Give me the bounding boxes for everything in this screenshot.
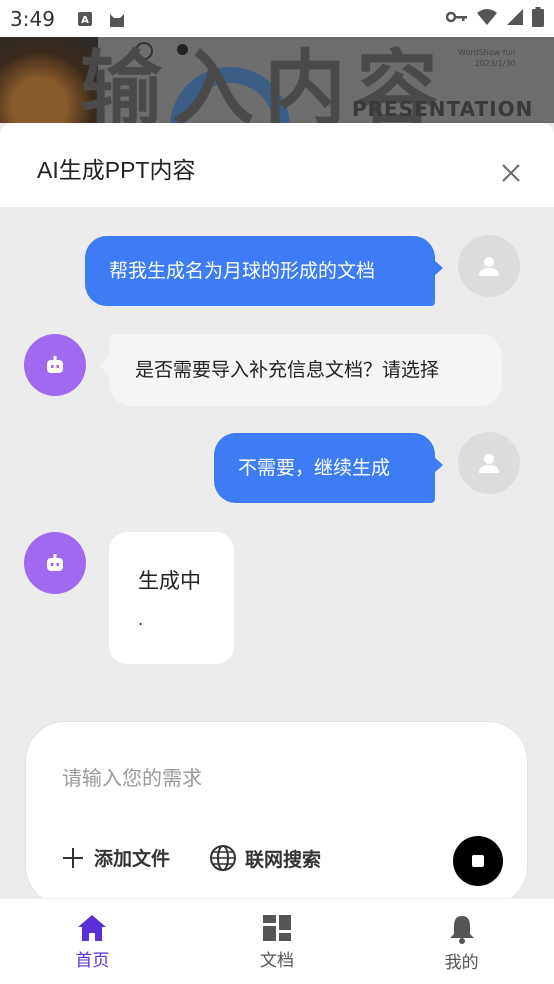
sheet-title: AI生成PPT内容 [37,157,196,183]
close-icon [502,164,520,182]
status-time: 3:49 [10,6,55,31]
message-text: 帮我生成名为月球的形成的文档 [109,260,376,282]
nav-label: 我的 [444,953,479,973]
user-avatar [458,235,520,297]
home-icon [78,915,107,941]
generating-text: 生成中 [138,569,201,593]
background-subtitle: PRESENTATION [352,97,534,121]
nav-item-me[interactable]: 我的 [369,899,554,984]
web-search-label: 联网搜索 [245,848,322,871]
chat-bubble-user: 帮我生成名为月球的形成的文档 [85,236,435,306]
nav-label: 文档 [260,951,294,971]
plus-icon [63,847,83,868]
web-search-button[interactable]: 联网搜索 [209,844,321,872]
add-file-label: 添加文件 [94,848,171,870]
svg-text:A: A [81,15,89,26]
prompt-input[interactable]: 请输入您的需求 [62,762,202,791]
robot-icon [47,356,63,373]
generating-progress: . [138,610,144,629]
wifi-icon [476,8,498,30]
bot-avatar [24,532,86,594]
a-letter-icon: A [77,11,93,27]
sheet-header: AI生成PPT内容 [0,123,554,207]
nav-item-docs[interactable]: 文档 [185,899,370,984]
bot-avatar [24,334,86,396]
person-icon [479,454,499,473]
background-meta: WordShow fun 2023/1/30 [458,48,516,68]
user-avatar [458,432,520,494]
message-text: 不需要，继续生成 [238,457,391,479]
bottom-nav: 首页 文档 我的 [0,898,554,984]
globe-icon [210,845,236,871]
input-panel: 请输入您的需求 添加文件 联网搜索 [25,721,528,906]
robot-icon [47,554,63,571]
nav-label: 首页 [75,951,110,971]
chat-bubble-bot: 是否需要导入补充信息文档？请选择 [109,334,502,406]
person-icon [479,257,499,276]
chat-bubble-user: 不需要，继续生成 [214,433,435,503]
stop-icon [472,855,484,867]
message-text: 是否需要导入补充信息文档？请选择 [135,359,440,381]
status-bar: 3:49 A [0,0,554,37]
key-icon [445,9,468,28]
nav-item-home[interactable]: 首页 [0,899,185,984]
stop-generation-button[interactable] [453,836,503,886]
background-slide-preview: 输入内容 PRESENTATION WordShow fun 2023/1/30 [0,37,554,123]
close-button[interactable] [496,158,526,188]
cat-app-icon [107,9,127,29]
add-file-button[interactable]: 添加文件 [62,844,170,871]
signal-icon [506,8,524,30]
battery-icon [532,6,544,31]
generating-card: 生成中 . [109,532,234,664]
bell-icon [449,916,474,944]
grid-icon [263,915,291,941]
